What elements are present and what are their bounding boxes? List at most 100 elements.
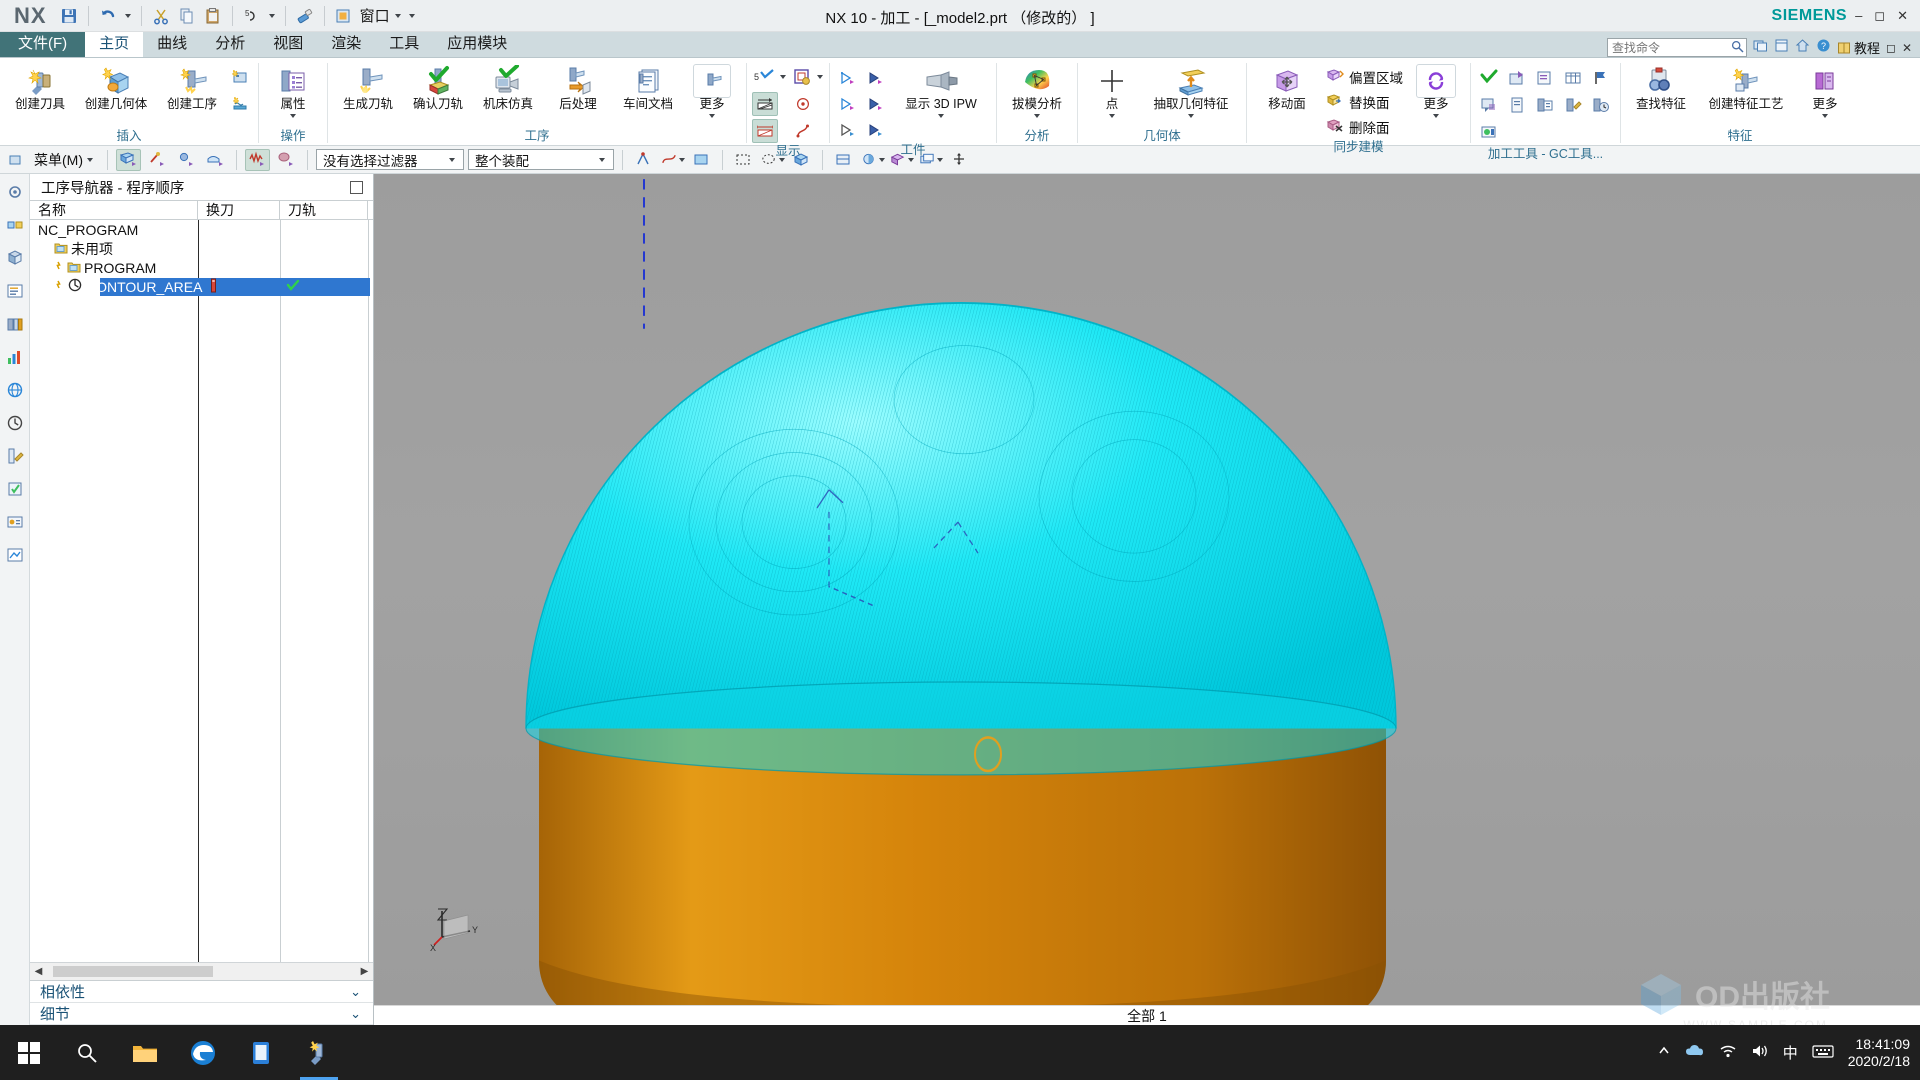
select-point-icon[interactable] <box>174 149 199 171</box>
operation-navigator-icon[interactable] <box>3 279 27 303</box>
onedrive-icon[interactable] <box>1685 1043 1705 1062</box>
tab-file[interactable]: 文件(F) <box>0 31 86 57</box>
ribbon-close-button[interactable]: ✕ <box>1902 41 1912 55</box>
extract-geometry-button[interactable]: 抽取几何特征 <box>1141 62 1241 120</box>
play-step-2-icon[interactable] <box>863 66 889 90</box>
ribbon-minimize-button[interactable]: ◻ <box>1886 41 1896 55</box>
tab-application[interactable]: 应用模块 <box>433 31 521 57</box>
tool-db-icon[interactable] <box>1504 66 1530 90</box>
search-icon[interactable] <box>58 1025 116 1080</box>
table-row[interactable]: CONTOUR_AREA <box>30 277 373 296</box>
face-rule-icon[interactable] <box>689 149 714 171</box>
snap-point-icon[interactable] <box>631 149 656 171</box>
tab-analysis[interactable]: 分析 <box>201 31 259 57</box>
machine-sim-button[interactable]: 机床仿真 <box>473 62 543 111</box>
curve-rule-icon[interactable] <box>660 149 685 171</box>
feature-more-button[interactable]: 更多 <box>1796 62 1854 120</box>
create-program-icon[interactable] <box>227 65 253 89</box>
network-icon[interactable] <box>1719 1043 1737 1062</box>
navigator-hscrollbar[interactable]: ◀ ▶ <box>30 962 373 980</box>
volume-icon[interactable] <box>1751 1043 1769 1062</box>
doc-icon[interactable] <box>1504 93 1530 117</box>
accordion-details[interactable]: 细节 ⌄ <box>30 1003 373 1025</box>
shop-doc-button[interactable]: 车间文档 <box>613 62 683 111</box>
create-geometry-button[interactable]: 创建几何体 <box>75 62 157 111</box>
history-icon[interactable] <box>3 411 27 435</box>
hd3d-icon[interactable] <box>3 345 27 369</box>
ime-icon[interactable]: 中 <box>1783 1042 1798 1063</box>
tab-tools[interactable]: 工具 <box>375 31 433 57</box>
help-icon[interactable]: ? <box>1816 38 1831 57</box>
process-more-dropdown-icon[interactable] <box>709 111 715 120</box>
select-toolpath-icon[interactable] <box>245 148 270 171</box>
feature-more-dropdown-icon[interactable] <box>1822 111 1828 120</box>
trim-start-icon[interactable] <box>752 92 778 116</box>
select-feature-icon[interactable] <box>274 149 299 171</box>
edge-browser-icon[interactable] <box>174 1025 232 1080</box>
switch-window-icon[interactable] <box>1753 38 1768 57</box>
scope-combo[interactable]: 整个装配 <box>468 149 614 170</box>
window-dropdown-icon[interactable] <box>392 4 404 28</box>
column-header-tool-change[interactable]: 换刀 <box>198 201 280 219</box>
web-browser-icon[interactable] <box>3 378 27 402</box>
create-tool-button[interactable]: 创建刀具 <box>5 62 75 111</box>
close-button[interactable]: ✕ <box>1897 8 1908 24</box>
keyboard-icon[interactable] <box>1812 1044 1834 1062</box>
play-step-1-icon[interactable] <box>835 66 861 90</box>
scroll-right-icon[interactable]: ▶ <box>356 963 373 980</box>
save-icon[interactable] <box>57 4 81 28</box>
window-icon[interactable] <box>332 4 356 28</box>
tutorial-button[interactable]: 教程 <box>1837 38 1880 57</box>
tab-view[interactable]: 视图 <box>259 31 317 57</box>
column-header-name[interactable]: 名称 <box>30 201 198 219</box>
curve-icon[interactable] <box>790 119 816 143</box>
taskbar-clock[interactable]: 18:41:09 2020/2/18 <box>1848 1036 1910 1070</box>
chevron-down-icon[interactable]: ⌄ <box>350 984 361 1000</box>
undo-dropdown-icon[interactable] <box>122 4 134 28</box>
list-icon[interactable] <box>1532 93 1558 117</box>
scroll-left-icon[interactable]: ◀ <box>30 963 47 980</box>
move-face-button[interactable]: 移动面 <box>1252 62 1322 111</box>
layer-icon[interactable]: 5 <box>240 4 264 28</box>
expand-toggle-icon[interactable] <box>54 260 64 276</box>
system-scene-icon[interactable] <box>3 543 27 567</box>
accordion-dependencies[interactable]: 相依性 ⌄ <box>30 981 373 1003</box>
tab-curve[interactable]: 曲线 <box>143 31 201 57</box>
point-marker-icon[interactable] <box>790 92 816 116</box>
pin-panel-button[interactable] <box>350 180 363 194</box>
play-step-6-icon[interactable] <box>863 118 889 142</box>
filter-combo[interactable]: 没有选择过滤器 <box>316 149 464 170</box>
clock-icon[interactable] <box>1588 93 1614 117</box>
postprocess-button[interactable]: 后处理 <box>543 62 613 111</box>
undo-icon[interactable] <box>96 4 120 28</box>
select-edge-icon[interactable] <box>145 149 170 171</box>
trim-end-icon[interactable] <box>752 119 778 143</box>
process-more-button[interactable]: 更多 <box>683 62 741 120</box>
maximize-button[interactable]: ◻ <box>1874 8 1885 24</box>
select-body-icon[interactable] <box>203 149 228 171</box>
create-method-icon[interactable] <box>227 92 253 116</box>
generate-toolpath-button[interactable]: 生成刀轨 <box>333 62 403 111</box>
reuse-library-icon[interactable] <box>3 312 27 336</box>
chevron-down-icon[interactable]: ⌄ <box>350 1006 361 1022</box>
roles-icon[interactable] <box>3 510 27 534</box>
part-navigator-icon[interactable] <box>3 246 27 270</box>
sync-more-button[interactable]: 更多 <box>1407 62 1465 120</box>
draft-analysis-button[interactable]: 拔模分析 <box>1002 62 1072 120</box>
show-hidden-icons-chevron[interactable] <box>1657 1044 1671 1061</box>
play-step-4-icon[interactable] <box>863 92 889 116</box>
create-feature-process-button[interactable]: 创建特征工艺 <box>1696 62 1796 111</box>
sync-more-dropdown-icon[interactable] <box>1433 111 1439 120</box>
play-step-3-icon[interactable] <box>835 92 861 116</box>
report-icon[interactable] <box>1532 66 1558 90</box>
toolpath-color-icon[interactable] <box>790 65 824 89</box>
graphics-viewport[interactable]: X Y 全部 1 <box>374 174 1920 1025</box>
play-step-5-icon[interactable] <box>835 118 861 142</box>
select-face-icon[interactable] <box>116 148 141 171</box>
replace-face-button[interactable]: 替换面 <box>1322 89 1407 114</box>
export-icon[interactable] <box>1476 120 1502 144</box>
menu-button[interactable]: 菜单(M) <box>28 150 99 170</box>
manufacturing-wizard-icon[interactable] <box>3 477 27 501</box>
search-input[interactable] <box>1606 38 1747 57</box>
note-icon[interactable] <box>1476 93 1502 117</box>
